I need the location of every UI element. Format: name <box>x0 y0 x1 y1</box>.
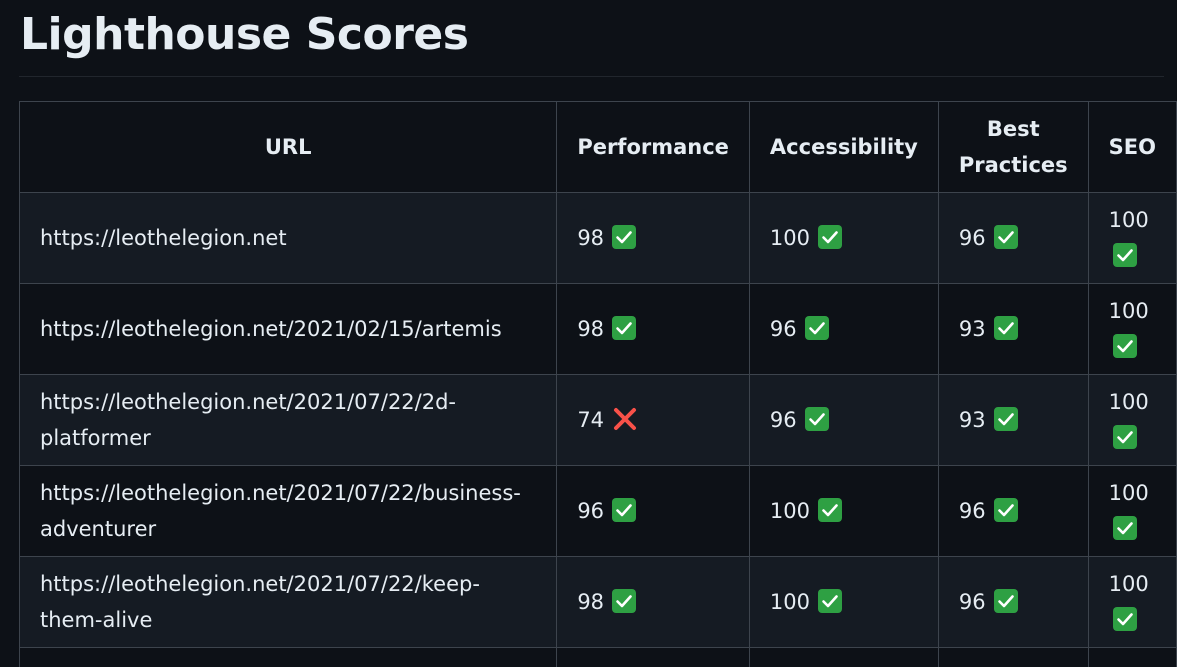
check-mark-icon <box>612 498 637 522</box>
accessibility-score: 100 <box>769 499 811 523</box>
best-practices-score: 96 <box>958 590 986 614</box>
url-cell: https://leothelegion.net/2021/07/22/busi… <box>18 465 558 557</box>
cross-mark-icon <box>612 406 638 432</box>
performance-score: 98 <box>577 590 605 614</box>
table-row-partial <box>18 647 1177 667</box>
best-practices-cell: 96 <box>937 192 1089 284</box>
check-mark-icon <box>612 316 637 340</box>
check-mark-icon <box>1112 607 1137 631</box>
title-divider <box>19 76 1164 77</box>
seo-cell: 100 <box>1087 556 1177 648</box>
best-practices-score: 93 <box>958 408 986 432</box>
performance-cell: 98 <box>556 556 750 648</box>
url-text: https://leothelegion.net/2021/07/22/keep… <box>40 572 480 632</box>
seo-cell: 100 <box>1087 192 1177 284</box>
seo-score: 100 <box>1108 299 1149 323</box>
check-mark-icon <box>818 498 843 522</box>
page-title: Lighthouse Scores <box>20 9 469 60</box>
performance-cell: 74 <box>556 374 750 466</box>
check-mark-icon <box>818 589 843 613</box>
check-mark-icon <box>1112 425 1137 449</box>
performance-cell: 96 <box>556 465 750 557</box>
check-mark-icon <box>1112 516 1137 540</box>
seo-score: 100 <box>1108 572 1149 596</box>
url-cell: https://leothelegion.net/2021/07/22/2d-p… <box>18 374 558 466</box>
accessibility-score: 100 <box>769 226 811 250</box>
accessibility-cell: 96 <box>748 283 939 375</box>
check-mark-icon <box>804 316 829 340</box>
check-mark-icon <box>993 407 1018 431</box>
empty-cell <box>18 647 558 667</box>
performance-cell: 98 <box>556 192 750 284</box>
best-practices-cell: 93 <box>937 374 1089 466</box>
check-mark-icon <box>612 225 637 249</box>
best-practices-score: 96 <box>958 499 986 523</box>
performance-score: 98 <box>577 317 605 341</box>
table-row: https://leothelegion.net/2021/07/22/keep… <box>18 556 1177 648</box>
best-practices-cell: 96 <box>937 556 1089 648</box>
empty-cell <box>1087 647 1177 667</box>
accessibility-score: 96 <box>769 408 797 432</box>
check-mark-icon <box>818 225 843 249</box>
table-row: https://leothelegion.net 98 100 96 100 <box>18 192 1177 284</box>
scores-table: URL Performance Accessibility Best Pract… <box>18 101 1177 667</box>
check-mark-icon <box>993 316 1018 340</box>
table-row: https://leothelegion.net/2021/07/22/2d-p… <box>18 374 1177 466</box>
url-cell: https://leothelegion.net/2021/02/15/arte… <box>18 283 558 375</box>
seo-score: 100 <box>1108 390 1149 414</box>
page: Lighthouse Scores URL Performance Access… <box>0 0 1177 667</box>
header-url: URL <box>18 101 558 193</box>
best-practices-cell: 93 <box>937 283 1089 375</box>
accessibility-cell: 96 <box>748 374 939 466</box>
empty-cell <box>937 647 1089 667</box>
table-header-row: URL Performance Accessibility Best Pract… <box>18 101 1177 193</box>
seo-cell: 100 <box>1087 283 1177 375</box>
accessibility-cell: 100 <box>748 192 939 284</box>
best-practices-score: 96 <box>958 226 986 250</box>
url-text: https://leothelegion.net/2021/07/22/busi… <box>40 481 521 541</box>
table-row: https://leothelegion.net/2021/07/22/busi… <box>18 465 1177 557</box>
url-text: https://leothelegion.net/2021/07/22/2d-p… <box>40 390 457 450</box>
seo-cell: 100 <box>1087 465 1177 557</box>
empty-cell <box>748 647 939 667</box>
performance-score: 74 <box>577 408 605 432</box>
header-best-practices: Best Practices <box>937 101 1089 193</box>
best-practices-cell: 96 <box>937 465 1089 557</box>
check-mark-icon <box>993 589 1018 613</box>
header-performance: Performance <box>556 101 750 193</box>
table-row: https://leothelegion.net/2021/02/15/arte… <box>18 283 1177 375</box>
seo-cell: 100 <box>1087 374 1177 466</box>
check-mark-icon <box>993 225 1018 249</box>
performance-score: 96 <box>577 499 605 523</box>
check-mark-icon <box>993 498 1018 522</box>
check-mark-icon <box>1112 243 1137 267</box>
accessibility-score: 100 <box>769 590 811 614</box>
check-mark-icon <box>1112 334 1137 358</box>
url-text: https://leothelegion.net <box>40 226 287 250</box>
header-accessibility: Accessibility <box>748 101 939 193</box>
accessibility-cell: 100 <box>748 465 939 557</box>
performance-score: 98 <box>577 226 605 250</box>
accessibility-score: 96 <box>769 317 797 341</box>
check-mark-icon <box>612 589 637 613</box>
check-mark-icon <box>804 407 829 431</box>
empty-cell <box>556 647 750 667</box>
header-seo: SEO <box>1087 101 1177 193</box>
accessibility-cell: 100 <box>748 556 939 648</box>
url-text: https://leothelegion.net/2021/02/15/arte… <box>40 317 502 341</box>
seo-score: 100 <box>1108 481 1149 505</box>
url-cell: https://leothelegion.net/2021/07/22/keep… <box>18 556 558 648</box>
performance-cell: 98 <box>556 283 750 375</box>
url-cell: https://leothelegion.net <box>18 192 558 284</box>
best-practices-score: 93 <box>958 317 986 341</box>
seo-score: 100 <box>1108 208 1149 232</box>
